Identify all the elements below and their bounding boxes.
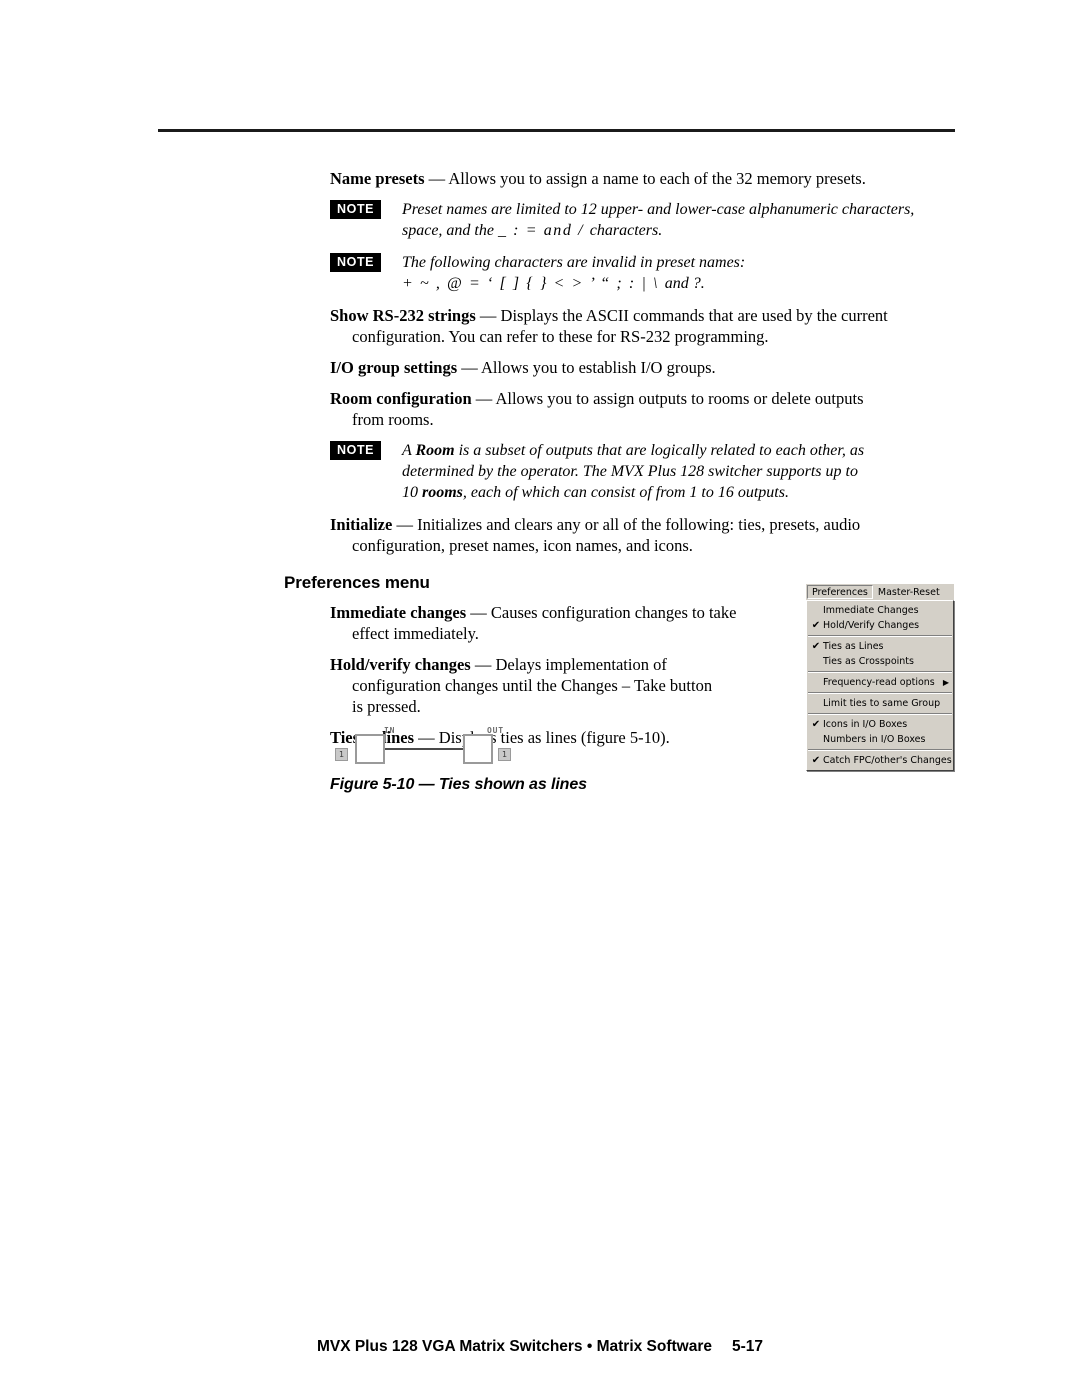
menu-separator [808,635,952,637]
note-tag: NOTE [330,253,382,272]
menu-bar-item-preferences[interactable]: Preferences [807,585,873,599]
menu-item-label: Immediate Changes [823,605,919,616]
input-label: IN [384,726,396,735]
figure-caption: Figure 5-10 — Ties shown as lines [330,776,587,793]
menu-item-ties-as-lines[interactable]: ✔ Ties as Lines [807,639,953,654]
menu-item-label: Ties as Lines [823,641,884,652]
term-hold-verify-changes: Hold/verify changes [330,655,471,674]
paragraph-initialize: Initialize — Initializes and clears any … [330,514,955,556]
check-icon: ✔ [811,641,821,652]
paragraph-name-presets: Name presets — Allows you to assign a na… [330,168,955,189]
note-invalid-symbol-list: + ~ , @ = ‘ [ ] { } < > ’ “ ; : | \ [402,275,665,292]
header-rule [158,129,955,132]
note-emphasis-room: Room [415,442,455,459]
term-show-rs232-cont: configuration. You can refer to these fo… [352,327,769,346]
figure-ties-as-lines: 1 IN OUT 1 [330,726,530,772]
menu-item-numbers-in-i-o-boxes[interactable]: Numbers in I/O Boxes [807,732,953,747]
paragraph-hold-verify-changes: Hold/verify changes — Delays implementat… [330,654,810,717]
menu-separator [808,692,952,694]
menu-dropdown-panel: Immediate Changes ✔ Hold/Verify Changes ✔ Ti… [806,600,954,771]
term-immediate-changes: Immediate changes [330,603,467,622]
tie-line [385,748,463,750]
footer-page-number: 5-17 [732,1338,764,1355]
check-icon: ✔ [811,620,821,631]
term-name-presets-desc: — Allows you to assign a name to each of… [424,169,866,188]
paragraph-show-rs232: Show RS-232 strings — Displays the ASCII… [330,305,955,347]
menu-item-label: Icons in I/O Boxes [823,719,908,730]
menu-item-icons-in-i-o-boxes[interactable]: ✔ Icons in I/O Boxes [807,717,953,732]
menu-item-hold-verify-changes[interactable]: ✔ Hold/Verify Changes [807,618,953,633]
preferences-menu-screenshot: Preferences Master-Reset Immediate Chang… [806,584,954,771]
menu-item-label: Numbers in I/O Boxes [823,734,926,745]
menu-item-label: Limit ties to same Group [823,698,941,709]
note-line-2b: and ?. [664,275,705,292]
footer-title: MVX Plus 128 VGA Matrix Switchers • Matr… [316,1338,713,1355]
term-show-rs232: Show RS-232 strings [330,306,476,325]
note-emphasis-rooms: rooms [422,484,463,501]
term-io-group-settings: I/O group settings [330,358,458,377]
note-body: The following characters are invalid in … [402,252,955,294]
check-icon: ✔ [811,719,821,730]
menu-item-catch-fpc-other-s-changes[interactable]: ✔ Catch FPC/other's Changes [807,753,953,768]
menu-separator [808,749,952,751]
term-room-configuration-cont: from rooms. [352,410,434,429]
menu-separator [808,713,952,715]
note-line-2-symbols: _ : = and / [497,222,590,239]
check-icon: ✔ [811,755,821,766]
note-line-3c: , each of which can consist of from 1 to… [462,484,789,501]
output-box [463,734,493,764]
menu-bar-item-master-reset[interactable]: Master-Reset [873,585,945,599]
output-number-badge: 1 [498,748,511,761]
menu-separator [808,671,952,673]
note-line-2: determined by the operator. The MVX Plus… [402,463,858,480]
note-preset-name-limits: NOTE Preset names are limited to 12 uppe… [330,199,955,241]
term-immediate-changes-desc: — Causes configuration changes to take [466,603,737,622]
note-line-1a: A [402,442,416,459]
term-room-configuration: Room configuration [330,389,472,408]
note-body: Preset names are limited to 12 upper- an… [402,199,955,241]
note-line-2b: characters. [589,222,663,239]
note-tag: NOTE [330,200,382,219]
paragraph-io-group-settings: I/O group settings — Allows you to estab… [330,357,955,378]
term-name-presets: Name presets [330,169,425,188]
menu-item-label: Frequency-read options [823,677,935,688]
paragraph-immediate-changes: Immediate changes — Causes configuration… [330,602,810,644]
menu-item-limit-ties-to-same-group[interactable]: Limit ties to same Group [807,696,953,711]
menu-item-label: Ties as Crosspoints [823,656,914,667]
menu-item-label: Hold/Verify Changes [823,620,920,631]
page: Name presets — Allows you to assign a na… [0,0,1080,1397]
submenu-arrow-icon: ▶ [942,678,949,687]
term-initialize-cont: configuration, preset names, icon names,… [352,536,693,555]
note-tag: NOTE [330,441,382,460]
note-invalid-characters: NOTE The following characters are invali… [330,252,955,294]
input-box [355,734,385,764]
term-show-rs232-desc: — Displays the ASCII commands that are u… [475,306,888,325]
term-immediate-changes-cont: effect immediately. [352,624,479,643]
note-line-3a: 10 [402,484,422,501]
menu-item-frequency-read-options[interactable]: Frequency-read options ▶ [807,675,953,690]
paragraph-room-configuration: Room configuration — Allows you to assig… [330,388,955,430]
input-number-badge: 1 [335,748,348,761]
term-room-configuration-desc: — Allows you to assign outputs to rooms … [471,389,864,408]
note-body: A Room is a subset of outputs that are l… [402,440,955,503]
menu-item-label: Catch FPC/other's Changes [823,755,952,766]
note-line-1: Preset names are limited to 12 upper- an… [402,201,915,218]
menu-item-immediate-changes[interactable]: Immediate Changes [807,603,953,618]
term-hold-verify-changes-cont: configuration changes until the Changes … [352,676,713,695]
term-initialize: Initialize [330,515,393,534]
note-line-2a: space, and the [402,222,498,239]
note-line-1c: is a subset of outputs that are logicall… [454,442,865,459]
menu-bar: Preferences Master-Reset [806,584,954,600]
menu-item-ties-as-crosspoints[interactable]: Ties as Crosspoints [807,654,953,669]
page-footer: MVX Plus 128 VGA Matrix Switchers • Matr… [0,1338,1080,1356]
term-hold-verify-changes-desc: — Delays implementation of [470,655,667,674]
term-initialize-desc: — Initializes and clears any or all of t… [392,515,861,534]
term-io-group-settings-desc: — Allows you to establish I/O groups. [457,358,716,377]
term-hold-verify-changes-cont2: is pressed. [352,697,421,716]
note-room-definition: NOTE A Room is a subset of outputs that … [330,440,955,503]
note-line-1: The following characters are invalid in … [402,254,746,271]
